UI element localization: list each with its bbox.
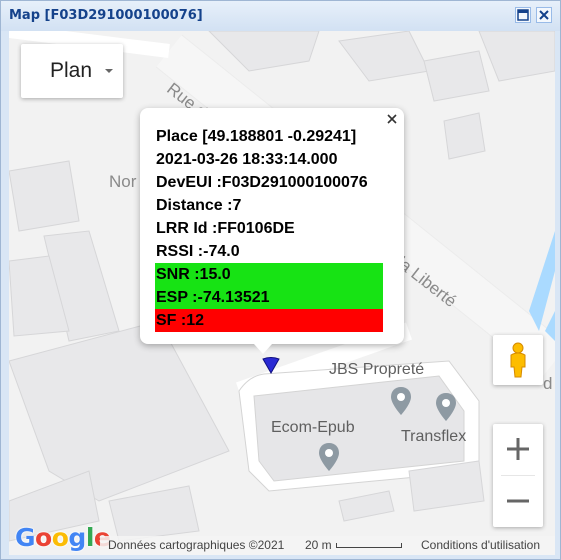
popup-details: Place [49.188801 -0.29241] 2021-03-26 18… <box>155 125 383 332</box>
zoom-control <box>493 424 543 527</box>
poi-label-ecom[interactable]: Ecom-Epub <box>271 419 355 437</box>
street-label-d: d <box>543 374 553 393</box>
popup-lrr-id: LRR Id :FF0106DE <box>156 220 295 237</box>
map-type-label: Plan <box>50 59 93 82</box>
street-label-nor: Nor <box>109 172 137 191</box>
map-type-selector[interactable]: Plan <box>21 44 123 98</box>
place-pin-icon[interactable] <box>318 442 340 472</box>
map-marker-icon[interactable] <box>262 357 280 375</box>
terms-link[interactable]: Conditions d'utilisation <box>421 536 540 555</box>
map-window: Map [F03D291000100076] Rue d Nor la Libe… <box>0 0 561 560</box>
popup-snr: SNR :15.0 <box>155 263 383 286</box>
close-window-button[interactable] <box>536 7 552 23</box>
plus-icon <box>507 438 529 460</box>
poi-label-jbs[interactable]: JBS Propreté <box>329 361 424 379</box>
maximize-button[interactable] <box>515 7 531 23</box>
popup-esp: ESP :-74.13521 <box>155 286 383 309</box>
map-canvas[interactable]: Rue d Nor la Liberté d Plan JBS Propreté… <box>9 31 555 555</box>
window-title: Map [F03D291000100076] <box>9 8 203 23</box>
zoom-in-button[interactable] <box>493 424 543 474</box>
poi-label-transflex[interactable]: Transflex <box>401 428 466 446</box>
maximize-icon <box>517 9 529 21</box>
popup-sf: SF :12 <box>155 309 383 332</box>
map-copyright: Données cartographiques ©2021 <box>108 538 285 552</box>
place-pin-icon[interactable] <box>435 392 457 422</box>
popup-rssi: RSSI :-74.0 <box>156 243 240 260</box>
info-popup: Place [49.188801 -0.29241] 2021-03-26 18… <box>140 108 404 354</box>
minus-icon <box>507 499 529 503</box>
chevron-down-icon <box>105 69 113 73</box>
google-logo: Google <box>15 523 111 552</box>
window-titlebar[interactable]: Map [F03D291000100076] <box>1 1 560 31</box>
zoom-out-button[interactable] <box>493 476 543 526</box>
scale-bar <box>336 543 402 548</box>
popup-timestamp: 2021-03-26 18:33:14.000 <box>156 151 338 168</box>
scale-label: 20 m <box>305 538 332 552</box>
street-view-button[interactable] <box>493 335 543 385</box>
popup-deveui: DevEUI :F03D291000100076 <box>156 174 368 191</box>
street-view-pegman-icon <box>510 342 526 378</box>
close-icon[interactable] <box>384 111 400 127</box>
place-pin-icon[interactable] <box>390 386 412 416</box>
attribution-bar: Données cartographiques ©2021 20 m Condi… <box>100 536 555 555</box>
close-icon <box>539 10 549 20</box>
popup-place: Place [49.188801 -0.29241] <box>156 128 357 145</box>
popup-distance: Distance :7 <box>156 197 242 214</box>
